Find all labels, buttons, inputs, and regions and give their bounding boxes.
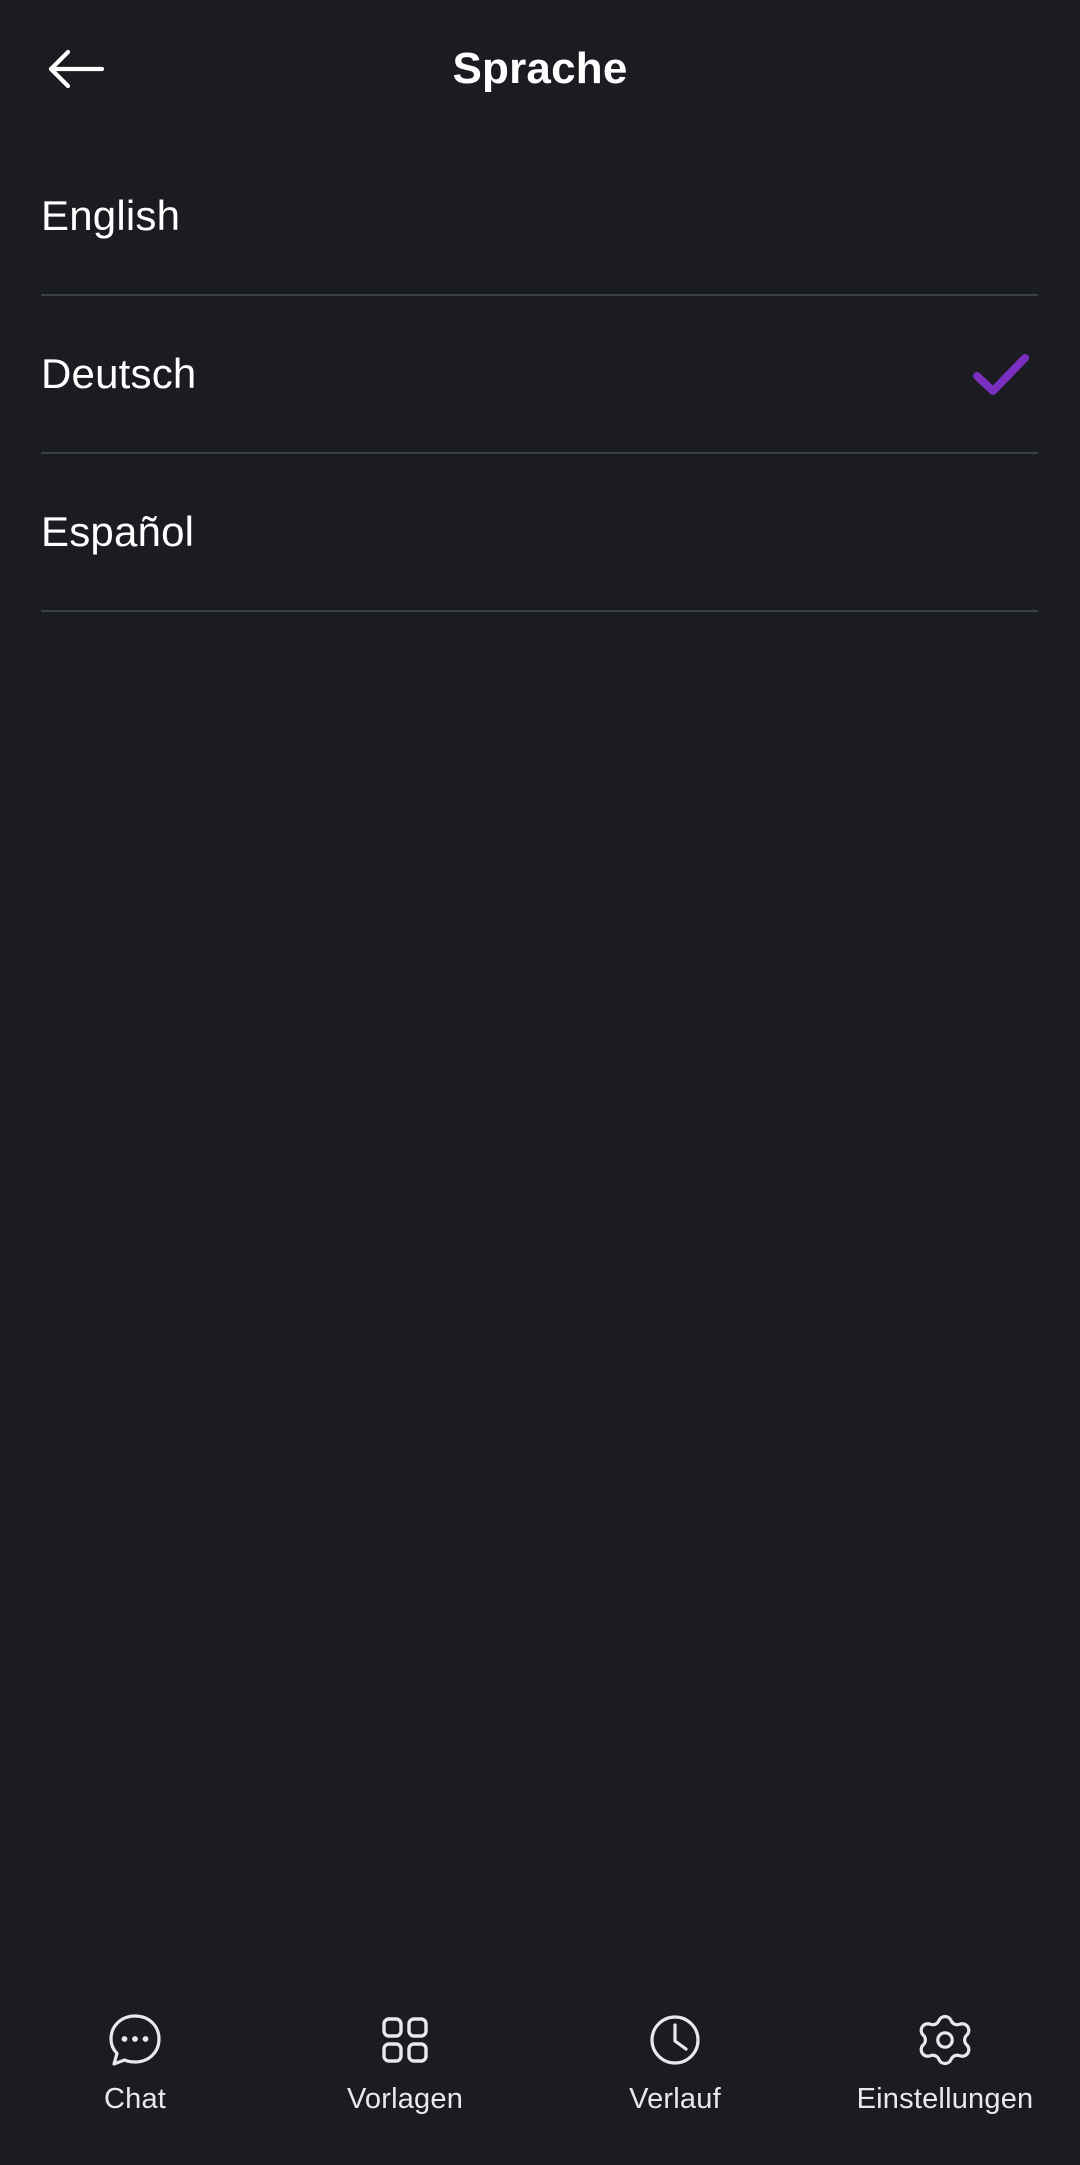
arrow-left-icon bbox=[46, 48, 106, 90]
bottom-navigation-bar: Chat Vorlagen Verlauf Einstellungen bbox=[0, 1989, 1080, 2165]
check-icon bbox=[966, 339, 1036, 409]
page-title: Sprache bbox=[452, 44, 628, 93]
language-label: English bbox=[41, 192, 181, 239]
chat-bubble-icon bbox=[105, 2003, 165, 2077]
nav-item-vorlagen[interactable]: Vorlagen bbox=[270, 2003, 540, 2116]
gear-icon bbox=[916, 2003, 974, 2077]
grid-squares-icon bbox=[377, 2003, 433, 2077]
clock-icon bbox=[646, 2003, 704, 2077]
nav-item-einstellungen[interactable]: Einstellungen bbox=[810, 2003, 1080, 2116]
language-option-deutsch[interactable]: Deutsch bbox=[0, 296, 1080, 452]
nav-item-verlauf[interactable]: Verlauf bbox=[540, 2003, 810, 2116]
language-option-espanol[interactable]: Español bbox=[0, 454, 1080, 610]
app-header: Sprache bbox=[0, 0, 1080, 138]
nav-label: Verlauf bbox=[629, 2083, 721, 2115]
back-button[interactable] bbox=[30, 38, 122, 100]
nav-label: Vorlagen bbox=[346, 2083, 464, 2115]
language-list: English Deutsch Español bbox=[0, 138, 1080, 612]
language-option-english[interactable]: English bbox=[0, 138, 1080, 294]
nav-item-chat[interactable]: Chat bbox=[0, 2003, 270, 2116]
language-settings-screen: Sprache English Deutsch Español Chat Vor… bbox=[0, 0, 1080, 2165]
language-label: Español bbox=[41, 508, 195, 555]
language-label: Deutsch bbox=[41, 350, 197, 397]
nav-label: Einstellungen bbox=[856, 2083, 1034, 2115]
nav-label: Chat bbox=[103, 2083, 167, 2115]
